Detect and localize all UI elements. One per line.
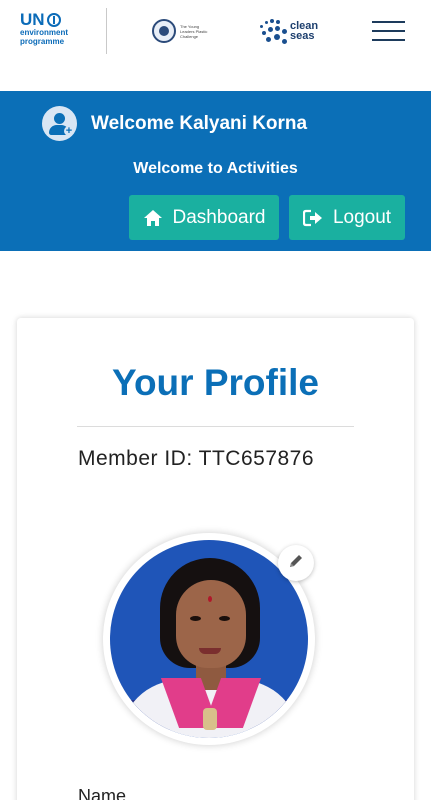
- logout-label: Logout: [332, 206, 392, 228]
- un-logo-mark: UN: [20, 11, 76, 28]
- un-logo-text: UN: [20, 10, 45, 29]
- dashboard-label: Dashboard: [172, 206, 266, 228]
- welcome-activities-text: Welcome to Activities: [133, 160, 298, 177]
- pencil-icon: [288, 553, 304, 574]
- young-leaders-plastic-challenge-logo[interactable]: The Young Leaders Plastic Challenge: [152, 17, 214, 45]
- user-add-icon: +: [42, 106, 77, 141]
- member-id: Member ID: TTC657876: [78, 447, 315, 470]
- name-label: Name: [78, 786, 127, 800]
- title-divider: [77, 426, 354, 427]
- header-divider: [106, 8, 107, 54]
- clean-seas-line2: seas: [290, 30, 315, 42]
- ylpc-seal-icon: [152, 19, 176, 43]
- welcome-user-text: Welcome Kalyani Korna: [91, 113, 308, 134]
- clean-seas-text: clean seas: [290, 21, 318, 42]
- edit-photo-button[interactable]: [278, 545, 314, 581]
- un-logo-line2: environment: [20, 28, 69, 37]
- logout-button[interactable]: Logout: [289, 195, 405, 240]
- un-logo-line3: programme: [20, 37, 65, 46]
- sign-out-icon: [302, 209, 323, 227]
- un-globe-icon: [46, 12, 61, 27]
- page-title: Your Profile: [112, 362, 319, 403]
- hamburger-icon[interactable]: [372, 21, 405, 41]
- un-environment-logo[interactable]: UN environment programme: [20, 11, 76, 51]
- home-icon: [143, 209, 163, 227]
- clean-seas-logo[interactable]: clean seas: [256, 14, 328, 48]
- clean-seas-wave-icon: [256, 15, 292, 47]
- ylpc-logo-text: The Young Leaders Plastic Challenge: [180, 23, 208, 39]
- dashboard-button[interactable]: Dashboard: [129, 195, 279, 240]
- top-header: UN environment programme The Young Leade…: [0, 0, 431, 91]
